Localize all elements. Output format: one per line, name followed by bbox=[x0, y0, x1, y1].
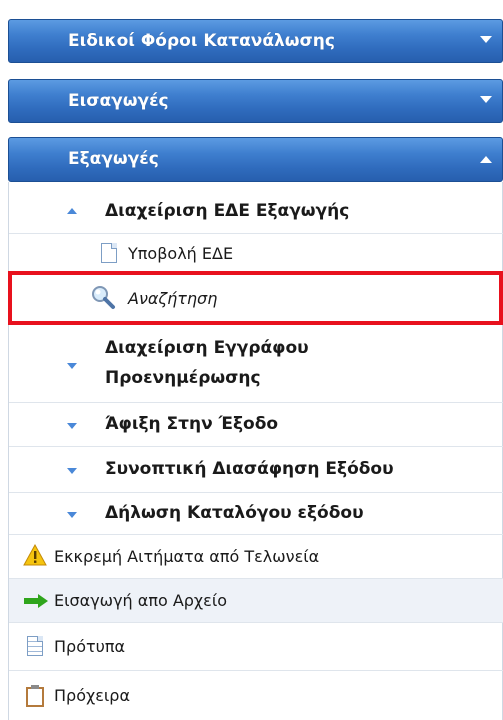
side-menu: Ειδικοί Φόροι Κατανάλωσης Εισαγωγές Εξαγ… bbox=[0, 0, 503, 720]
tree-group-doc-mgmt[interactable]: Διαχείριση Εγγράφου Προενημέρωσης bbox=[9, 325, 503, 403]
green-arrow-icon bbox=[24, 594, 48, 608]
tree-item-label: Υποβολή ΕΔΕ bbox=[128, 244, 234, 263]
tree-group-list[interactable]: Δήλωση Καταλόγου εξόδου bbox=[9, 493, 503, 535]
menu-item-drafts[interactable]: Πρόχειρα bbox=[9, 671, 503, 720]
selection-highlight bbox=[8, 271, 503, 325]
tree-group-label: Δήλωση Καταλόγου εξόδου bbox=[105, 503, 364, 523]
menu-item-label: Πρόχειρα bbox=[54, 686, 130, 705]
section-label-exports: Εξαγωγές bbox=[68, 149, 159, 169]
collapse-triangle-icon bbox=[67, 208, 77, 214]
menu-item-label: Εκκρεμή Αιτήματα από Τελωνεία bbox=[54, 547, 320, 566]
tree-group-label-line2: Προενημέρωσης bbox=[105, 368, 261, 388]
menu-item-label: Εισαγωγή απο Αρχείο bbox=[54, 591, 228, 610]
expand-triangle-icon bbox=[67, 468, 77, 474]
warning-icon bbox=[23, 544, 47, 566]
tree-group-ede-export[interactable]: Διαχείριση ΕΔΕ Εξαγωγής bbox=[9, 188, 503, 234]
section-label-imports: Εισαγωγές bbox=[68, 91, 169, 111]
menu-item-templates[interactable]: Πρότυπα bbox=[9, 623, 503, 671]
tree-group-label: Διαχείριση ΕΔΕ Εξαγωγής bbox=[105, 201, 350, 221]
section-label-excise: Ειδικοί Φόροι Κατανάλωσης bbox=[68, 31, 335, 51]
tree-group-summary[interactable]: Συνοπτική Διασάφηση Εξόδου bbox=[9, 447, 503, 493]
chevron-down-icon bbox=[480, 36, 492, 43]
chevron-up-icon bbox=[480, 156, 492, 163]
expand-triangle-icon bbox=[67, 423, 77, 429]
clipboard-icon bbox=[26, 685, 44, 707]
document-icon bbox=[27, 636, 43, 656]
chevron-down-icon bbox=[480, 96, 492, 103]
menu-item-label: Πρότυπα bbox=[54, 637, 126, 656]
menu-item-import-file[interactable]: Εισαγωγή απο Αρχείο bbox=[9, 579, 503, 623]
section-header-excise[interactable]: Ειδικοί Φόροι Κατανάλωσης bbox=[8, 19, 503, 63]
menu-item-pending-requests[interactable]: Εκκρεμή Αιτήματα από Τελωνεία bbox=[9, 535, 503, 579]
tree-group-label: Συνοπτική Διασάφηση Εξόδου bbox=[105, 459, 394, 479]
expand-triangle-icon bbox=[67, 512, 77, 518]
tree-group-arrival[interactable]: Άφιξη Στην Έξοδο bbox=[9, 403, 503, 447]
section-header-exports[interactable]: Εξαγωγές bbox=[8, 137, 503, 182]
tree-group-label-line1: Διαχείριση Εγγράφου bbox=[105, 338, 309, 358]
expand-triangle-icon bbox=[67, 363, 77, 369]
document-icon bbox=[101, 243, 117, 263]
tree-item-submit-ede[interactable]: Υποβολή ΕΔΕ bbox=[9, 234, 503, 274]
section-header-imports[interactable]: Εισαγωγές bbox=[8, 79, 503, 123]
tree-group-label: Άφιξη Στην Έξοδο bbox=[105, 414, 279, 434]
